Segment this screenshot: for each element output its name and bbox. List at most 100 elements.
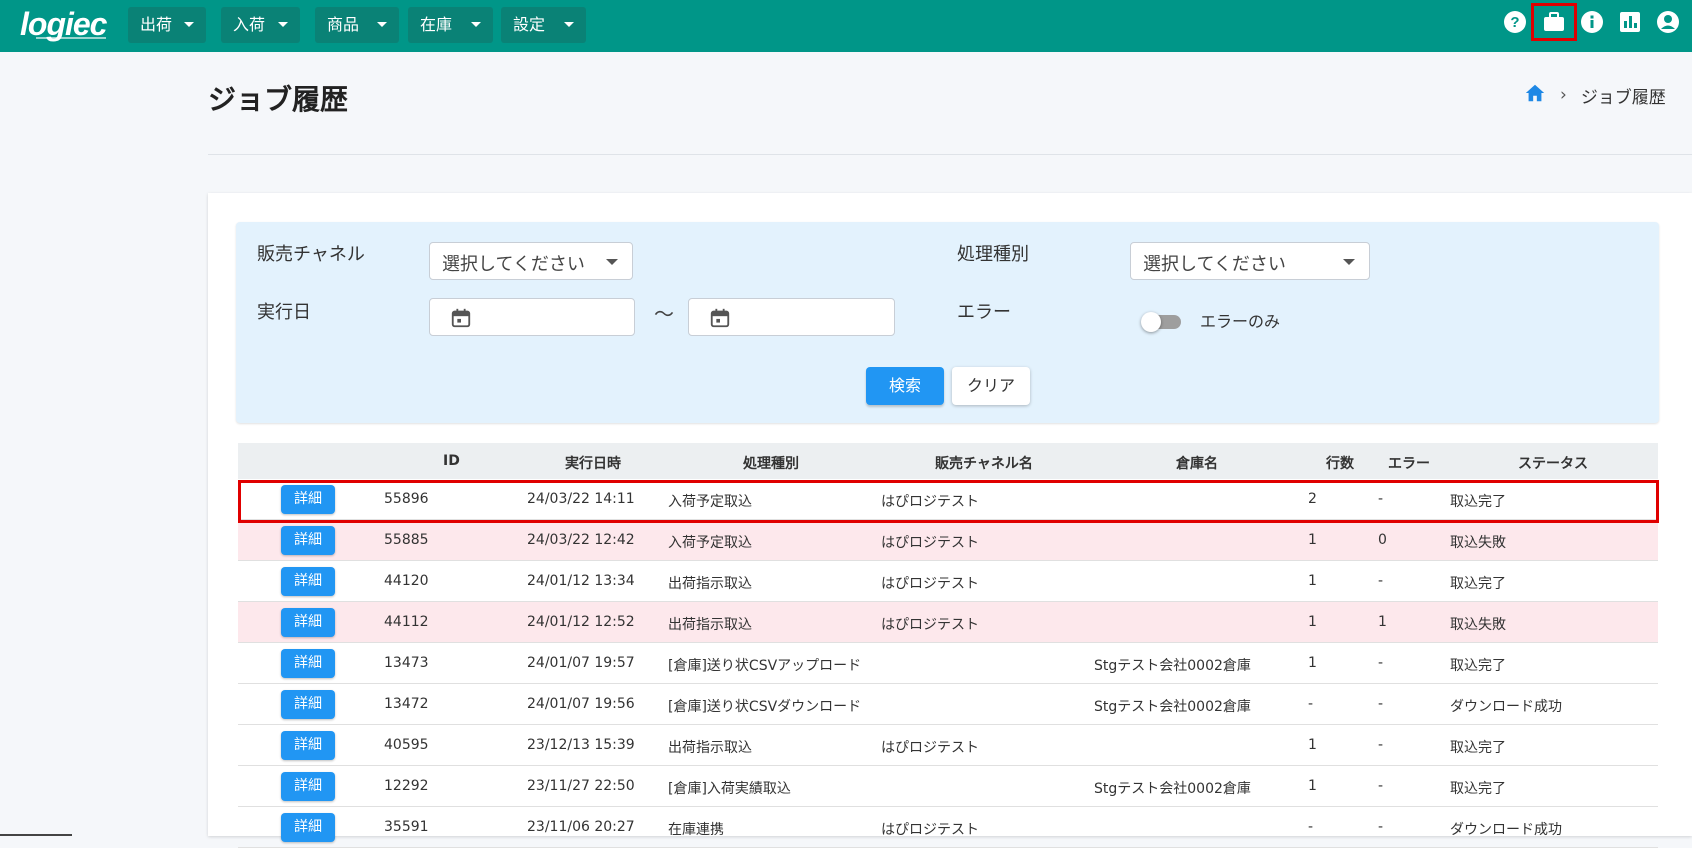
menu-inventory[interactable]: 在庫 (408, 7, 493, 43)
channel-select-value: 選択してください (442, 254, 585, 275)
cell-lines: 1 (1308, 614, 1317, 630)
cell-id: 55896 (384, 491, 429, 507)
date-to-input[interactable] (688, 298, 895, 336)
detail-button[interactable]: 詳細 (281, 690, 335, 719)
table-row: 詳細 55896 24/03/22 14:11 入荷予定取込 はぴロジテスト 2 - 取込完了 (238, 479, 1658, 520)
cell-lines: - (1308, 819, 1314, 835)
cell-datetime: 24/01/07 19:57 (527, 655, 635, 671)
cell-lines: 1 (1308, 573, 1317, 589)
table-header: ID 実行日時 処理種別 販売チャネル名 倉庫名 行数 エラー ステータス (238, 443, 1658, 479)
chevron-down-icon (278, 22, 288, 27)
cell-lines: - (1308, 696, 1314, 712)
cell-datetime: 24/01/12 13:34 (527, 573, 635, 589)
cell-status: 取込完了 (1450, 740, 1506, 756)
detail-button[interactable]: 詳細 (281, 485, 335, 514)
help-icon[interactable]: ? (1503, 10, 1527, 34)
calendar-icon[interactable] (709, 307, 731, 333)
table-row: 詳細 55885 24/03/22 12:42 入荷予定取込 はぴロジテスト 1 0 取込失敗 (238, 520, 1658, 561)
breadcrumb-current: ジョブ履歴 (1580, 87, 1666, 108)
cell-error: 1 (1378, 614, 1387, 630)
col-type: 処理種別 (743, 456, 799, 472)
cell-channel: はぴロジテスト (881, 535, 979, 551)
detail-button[interactable]: 詳細 (281, 608, 335, 637)
info-icon[interactable] (1580, 10, 1604, 34)
error-only-label: エラーのみ (1200, 312, 1281, 331)
table-row: 詳細 40595 23/12/13 15:39 出荷指示取込 はぴロジテスト 1 - 取込完了 (238, 725, 1658, 766)
col-lines: 行数 (1326, 456, 1354, 472)
chevron-down-icon (606, 259, 618, 265)
chevron-down-icon (184, 22, 194, 27)
cell-datetime: 24/03/22 12:42 (527, 532, 635, 548)
detail-button[interactable]: 詳細 (281, 813, 335, 842)
cell-warehouse: Stgテスト会社0002倉庫 (1094, 781, 1251, 797)
menu-products[interactable]: 商品 (315, 7, 399, 43)
channel-select[interactable]: 選択してください (429, 242, 633, 280)
breadcrumb: › ジョブ履歴 (1524, 82, 1666, 108)
detail-button[interactable]: 詳細 (281, 731, 335, 760)
cell-status: 取込完了 (1450, 494, 1506, 510)
cell-type: 出荷指示取込 (668, 576, 752, 592)
cell-type: [倉庫]入荷実績取込 (668, 781, 791, 797)
process-select[interactable]: 選択してください (1130, 242, 1370, 280)
menu-settings[interactable]: 設定 (501, 7, 586, 43)
cell-status: 取込完了 (1450, 781, 1506, 797)
col-warehouse: 倉庫名 (1176, 456, 1218, 472)
cell-lines: 1 (1308, 532, 1317, 548)
top-app-bar: logiec 出荷 入荷 商品 在庫 設定 ? (0, 0, 1692, 52)
error-label: エラー (957, 302, 1011, 323)
cell-error: - (1378, 491, 1384, 507)
detail-button[interactable]: 詳細 (281, 526, 335, 555)
cell-id: 13472 (384, 696, 429, 712)
col-datetime: 実行日時 (565, 456, 621, 472)
cell-lines: 1 (1308, 655, 1317, 671)
toggle-knob (1141, 312, 1161, 332)
cell-type: 入荷予定取込 (668, 494, 752, 510)
logo-underline (36, 37, 106, 39)
cell-error: - (1378, 778, 1384, 794)
search-button[interactable]: 検索 (866, 367, 944, 405)
table-row: 詳細 44120 24/01/12 13:34 出荷指示取込 はぴロジテスト 1 - 取込完了 (238, 561, 1658, 602)
cell-id: 13473 (384, 655, 429, 671)
cell-warehouse: Stgテスト会社0002倉庫 (1094, 658, 1251, 674)
channel-label: 販売チャネル (257, 244, 365, 265)
cell-lines: 1 (1308, 737, 1317, 753)
cell-status: 取込完了 (1450, 576, 1506, 592)
menu-shipping[interactable]: 出荷 (128, 7, 206, 43)
svg-text:?: ? (1510, 14, 1519, 31)
cell-error: - (1378, 573, 1384, 589)
menu-receiving[interactable]: 入荷 (221, 7, 300, 43)
detail-button[interactable]: 詳細 (281, 567, 335, 596)
cell-datetime: 23/11/06 20:27 (527, 819, 635, 835)
account-icon[interactable] (1656, 10, 1680, 34)
cell-id: 55885 (384, 532, 429, 548)
clear-button[interactable]: クリア (952, 367, 1030, 405)
chevron-down-icon (1343, 259, 1355, 265)
cell-datetime: 23/11/27 22:50 (527, 778, 635, 794)
cell-status: ダウンロード成功 (1450, 822, 1562, 838)
home-icon[interactable] (1524, 82, 1546, 109)
table-row: 詳細 44112 24/01/12 12:52 出荷指示取込 はぴロジテスト 1 1 取込失敗 (238, 602, 1658, 643)
process-label: 処理種別 (957, 244, 1029, 265)
calendar-icon[interactable] (450, 307, 472, 333)
process-select-value: 選択してください (1143, 254, 1286, 275)
cell-status: ダウンロード成功 (1450, 699, 1562, 715)
error-only-toggle[interactable] (1141, 310, 1185, 334)
cell-status: 取込完了 (1450, 658, 1506, 674)
chart-icon[interactable] (1618, 10, 1642, 34)
cell-id: 12292 (384, 778, 429, 794)
cell-datetime: 23/12/13 15:39 (527, 737, 635, 753)
col-channel: 販売チャネル名 (935, 456, 1033, 472)
page-title: ジョブ履歴 (208, 83, 349, 116)
table-row: 詳細 13472 24/01/07 19:56 [倉庫]送り状CSVダウンロード Stg… (238, 684, 1658, 725)
menu-products-label: 商品 (327, 15, 360, 34)
date-from-input[interactable] (429, 298, 635, 336)
menu-settings-label: 設定 (513, 15, 546, 34)
job-history-table: ID 実行日時 処理種別 販売チャネル名 倉庫名 行数 エラー ステータス 詳細… (238, 443, 1658, 848)
col-id: ID (443, 453, 460, 469)
date-range-separator: ～ (654, 302, 674, 326)
detail-button[interactable]: 詳細 (281, 772, 335, 801)
cell-channel: はぴロジテスト (881, 494, 979, 510)
detail-button[interactable]: 詳細 (281, 649, 335, 678)
cell-id: 44112 (384, 614, 429, 630)
cell-id: 35591 (384, 819, 429, 835)
